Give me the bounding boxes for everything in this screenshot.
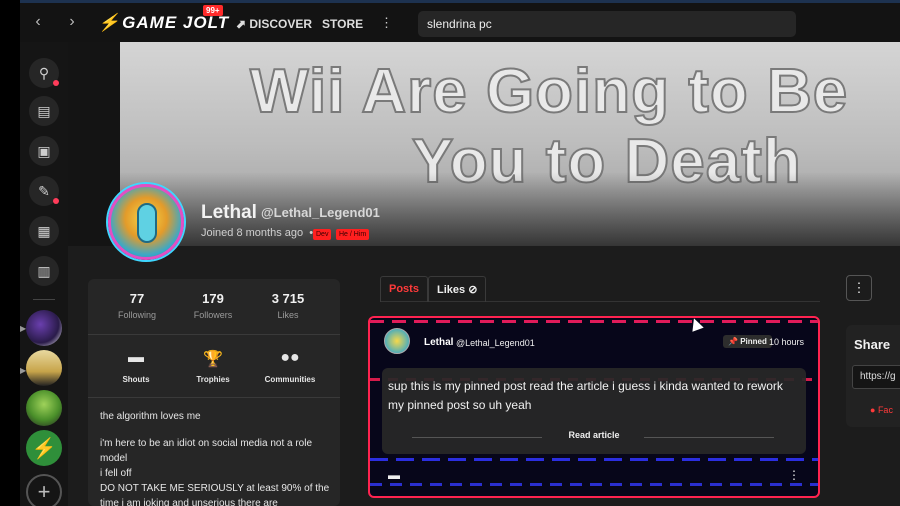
divider <box>88 397 340 398</box>
profile-avatar[interactable] <box>108 184 184 260</box>
pinned-badge: 📌 Pinned <box>723 335 772 348</box>
bolt-icon: ⚡ <box>98 13 121 32</box>
post-time: 10 hours <box>769 337 805 347</box>
shouts-link[interactable]: ▬ Shouts <box>96 349 176 384</box>
profile-name: Lethal <box>201 202 257 223</box>
trophies-link[interactable]: 🏆 Trophies <box>173 349 253 384</box>
activity-icon[interactable]: ⚲ <box>29 58 59 88</box>
facebook-icon: ● <box>870 405 878 415</box>
tab-likes-label: Likes <box>437 284 466 296</box>
post-text: sup this is my pinned post read the arti… <box>388 379 783 412</box>
bio-line: DO NOT TAKE ME SERIOUSLY at least 90% of… <box>100 483 330 506</box>
section-label: Shouts <box>122 375 150 384</box>
bolt-icon: ⚡ <box>31 437 57 460</box>
backpack-icon[interactable]: ▣ <box>29 136 59 166</box>
tab-posts[interactable]: Posts <box>380 276 428 302</box>
share-card: Share https://g ● Fac <box>846 325 900 427</box>
post-more-icon[interactable]: ⋮ <box>788 468 800 482</box>
profile-handle: @Lethal_Legend01 <box>261 205 380 220</box>
bio-line: i fell off <box>100 468 132 479</box>
profile-tag: He / Him <box>336 229 370 240</box>
speech-bubble-icon: ▬ <box>128 349 144 366</box>
section-label: Communities <box>264 375 316 384</box>
tab-likes[interactable]: Likes ⊘ <box>428 276 487 302</box>
communities-link[interactable]: ●● Communities <box>250 349 330 384</box>
likes-stat[interactable]: 3 715 Likes <box>253 291 323 320</box>
sidebar: ⚲ ▤ ▣ ✎ ▦ ▥ ▶ ▶ ⚡ + <box>20 42 68 506</box>
profile-banner: Wii Are Going to Be You to Death <box>68 42 900 246</box>
community-avatar[interactable]: ⚡ <box>26 430 62 466</box>
profile-tag: Dev <box>313 229 332 240</box>
profile-tabs: Posts Likes ⊘ <box>380 276 820 302</box>
post-author-handle[interactable]: @Lethal_Legend01 <box>456 338 535 348</box>
banner-text: Wii Are Going to Be <box>249 56 849 127</box>
sidebar-divider <box>33 299 55 300</box>
facebook-share-link[interactable]: ● Fac <box>870 405 893 415</box>
followers-stat[interactable]: 179 Followers <box>178 291 248 320</box>
decorative-stripe <box>370 458 818 461</box>
more-menu-icon[interactable]: ⋮ <box>380 15 393 31</box>
following-stat[interactable]: 77 Following <box>102 291 172 320</box>
stat-label: Likes <box>277 310 299 320</box>
avatar-figure <box>137 203 157 243</box>
stat-label: Followers <box>193 310 233 320</box>
bio-line: the algorithm loves me <box>100 411 201 422</box>
notification-dot <box>53 80 59 86</box>
share-title: Share <box>854 337 891 352</box>
search-input[interactable]: slendrina pc <box>418 11 796 37</box>
library-icon[interactable]: ▥ <box>29 256 59 286</box>
grid-circles-icon: ●● <box>280 349 300 366</box>
community-avatar[interactable] <box>26 390 62 426</box>
post-author-name[interactable]: Lethal <box>424 337 453 348</box>
bio-line: i'm here to be an idiot on social media … <box>100 438 313 464</box>
discover-link[interactable]: ⬈ DISCOVER <box>236 17 312 31</box>
pin-icon: 📌 <box>728 337 741 346</box>
creator-icon[interactable]: ✎ <box>29 176 59 206</box>
bio-text: i'm here to be an idiot on social media … <box>100 436 330 506</box>
hidden-eye-icon: ⊘ <box>468 284 478 296</box>
divider <box>644 437 774 438</box>
divider <box>88 334 340 335</box>
stat-label: Following <box>117 310 157 320</box>
community-avatar[interactable] <box>26 350 62 386</box>
pinned-label: Pinned <box>740 337 767 346</box>
notification-badge: 99+ <box>203 5 223 16</box>
community-avatar[interactable] <box>26 310 62 346</box>
decorative-stripe <box>370 320 818 323</box>
share-url-input[interactable]: https://g <box>852 365 900 389</box>
window-edge <box>0 0 20 506</box>
banner-fade <box>68 172 900 246</box>
stat-value: 179 <box>202 291 224 306</box>
post-body[interactable]: sup this is my pinned post read the arti… <box>382 368 806 454</box>
pinned-post-card[interactable]: Lethal @Lethal_Legend01 📌 Pinned 10 hour… <box>368 316 820 498</box>
facebook-label: Fac <box>877 405 893 415</box>
post-author-avatar[interactable] <box>384 328 410 354</box>
stat-value: 77 <box>129 291 145 306</box>
decorative-stripe <box>370 483 818 486</box>
profile-stats-card: 77 Following 179 Followers 3 715 Likes ▬… <box>88 279 340 506</box>
section-label: Trophies <box>196 375 230 384</box>
top-bar: ‹ › ⚡ GAME JOLT 99+ ⬈ DISCOVER STORE ⋮ sl… <box>20 0 900 42</box>
read-article-link[interactable]: Read article <box>382 430 806 440</box>
joined-date: Joined 8 months ago • <box>201 227 314 239</box>
chevron-left-icon[interactable]: ‹ <box>30 13 46 31</box>
discover-label: DISCOVER <box>249 17 313 31</box>
profile-more-button[interactable]: ⋮ <box>846 275 872 301</box>
store-link[interactable]: STORE <box>322 17 363 31</box>
page: ‹ › ⚡ GAME JOLT 99+ ⬈ DISCOVER STORE ⋮ sl… <box>0 0 900 506</box>
notification-dot <box>53 198 59 204</box>
trophy-icon: 🏆 <box>203 351 223 368</box>
gamejolt-logo[interactable]: ⚡ GAME JOLT <box>98 13 229 33</box>
stat-value: 3 715 <box>271 291 305 306</box>
comment-icon[interactable]: ▬ <box>388 468 400 482</box>
add-community-button[interactable]: + <box>26 474 62 506</box>
joined-text: Joined 8 months ago <box>201 227 304 239</box>
chat-icon[interactable]: ▦ <box>29 216 59 246</box>
chevron-right-icon[interactable]: › <box>64 13 80 31</box>
store-icon[interactable]: ▤ <box>29 96 59 126</box>
discover-icon: ⬈ <box>236 17 250 31</box>
